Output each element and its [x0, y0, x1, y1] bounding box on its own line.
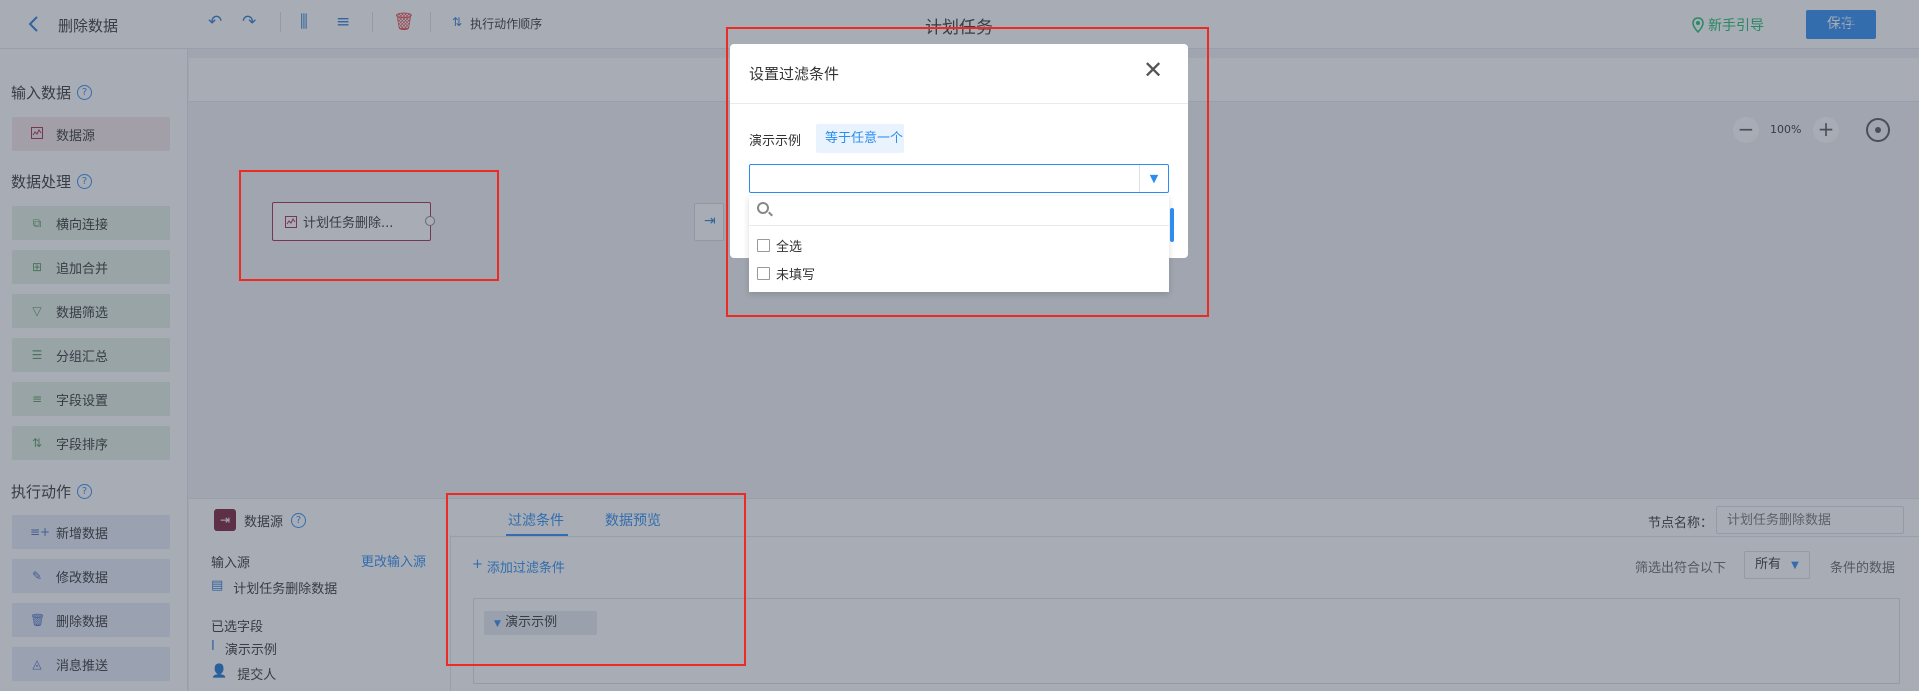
annotation-box	[726, 27, 1209, 317]
annotation-box	[239, 170, 499, 281]
annotation-box	[446, 493, 746, 666]
